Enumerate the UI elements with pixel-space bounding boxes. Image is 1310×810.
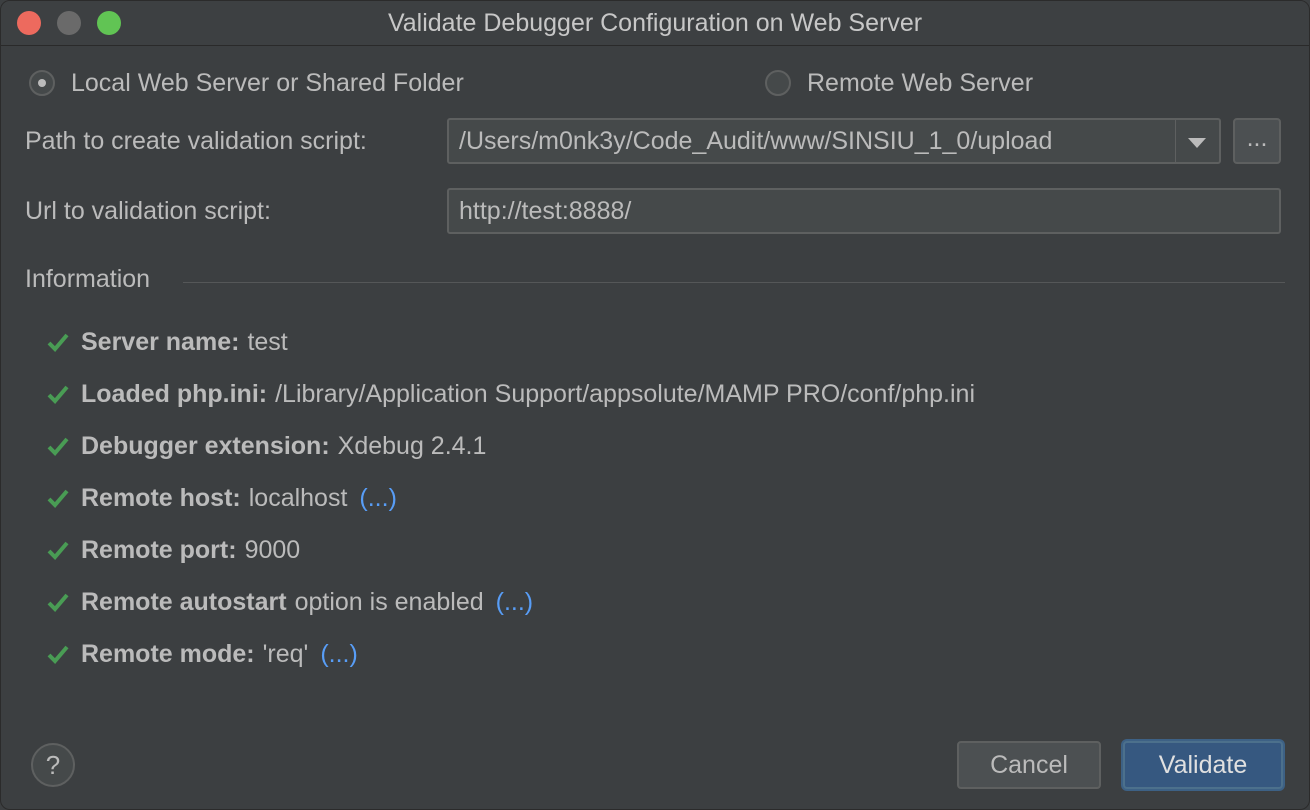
chevron-down-icon [1188,138,1206,148]
remote-server-radio[interactable] [765,70,791,96]
validate-button[interactable]: Validate [1123,741,1283,789]
info-key: Remote host: [81,483,241,512]
url-input[interactable]: http://test:8888/ [447,188,1281,234]
info-key: Debugger extension: [81,431,330,460]
info-item: Debugger extension: Xdebug 2.4.1 [47,428,486,464]
info-value: test [247,327,288,356]
remote-autostart-details-link[interactable]: (...) [496,588,534,617]
checkmark-icon [47,333,69,352]
window-title: Validate Debugger Configuration on Web S… [387,9,923,37]
info-value: /Library/Application Support/appsolute/M… [275,379,976,408]
info-key: Remote autostart [81,587,287,616]
browse-button[interactable]: ... [1233,118,1281,164]
info-item: Remote host: localhost (...) [47,480,397,516]
checkmark-icon [47,541,69,560]
path-dropdown-button[interactable] [1175,118,1221,164]
info-key: Remote mode: [81,639,255,668]
info-key: Remote port: [81,535,237,564]
title-bar: Validate Debugger Configuration on Web S… [1,1,1309,46]
info-key: Loaded php.ini: [81,379,268,408]
info-value: option is enabled [294,587,484,616]
checkmark-icon [47,489,69,508]
help-button[interactable]: ? [31,743,75,787]
checkmark-icon [47,645,69,664]
local-server-radio[interactable] [29,70,55,96]
information-title: Information [25,265,151,293]
local-server-option[interactable]: Local Web Server or Shared Folder [29,63,464,103]
cancel-button[interactable]: Cancel [957,741,1101,789]
remote-host-details-link[interactable]: (...) [359,484,397,513]
section-divider [183,282,1285,283]
info-item: Remote port: 9000 [47,532,300,568]
checkmark-icon [47,437,69,456]
remote-mode-details-link[interactable]: (...) [320,640,358,669]
remote-server-option[interactable]: Remote Web Server [765,63,1033,103]
path-input[interactable]: /Users/m0nk3y/Code_Audit/www/SINSIU_1_0/… [447,118,1177,164]
checkmark-icon [47,593,69,612]
info-item: Server name: test [47,324,288,360]
dialog-window: Validate Debugger Configuration on Web S… [0,0,1310,810]
info-value: 9000 [244,535,301,564]
path-label: Path to create validation script: [25,127,367,155]
info-value: 'req' [262,639,309,668]
info-item: Loaded php.ini: /Library/Application Sup… [47,376,975,412]
url-label: Url to validation script: [25,197,271,225]
checkmark-icon [47,385,69,404]
info-value: localhost [248,483,348,512]
info-value: Xdebug 2.4.1 [337,431,487,460]
info-item: Remote mode: 'req' (...) [47,636,358,672]
remote-server-label: Remote Web Server [807,68,1034,97]
local-server-label: Local Web Server or Shared Folder [71,68,464,97]
info-item: Remote autostart option is enabled (...) [47,584,533,620]
info-key: Server name: [81,327,240,356]
